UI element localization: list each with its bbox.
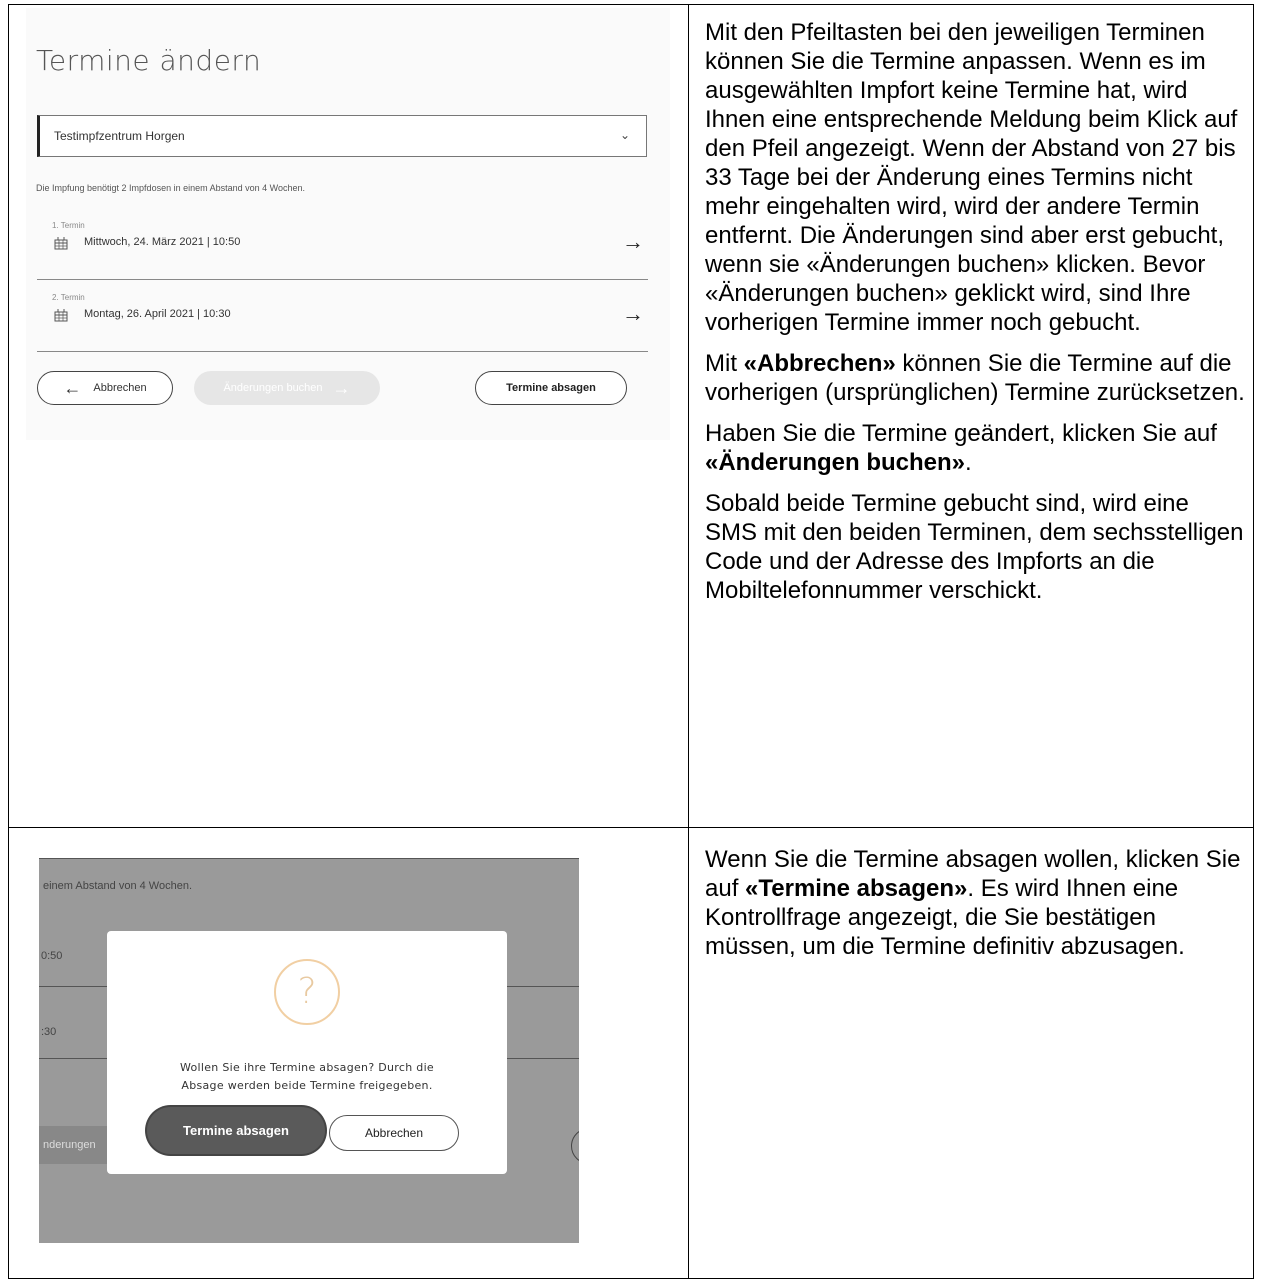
- chevron-down-icon: ⌄: [619, 128, 630, 142]
- book-changes-button[interactable]: Änderungen buchen →: [194, 371, 380, 405]
- table-border-bottom: [8, 1278, 1254, 1279]
- calendar-icon: [54, 237, 68, 250]
- location-select-value: Testimpfzentrum Horgen: [54, 129, 185, 143]
- page-title: Termine ändern: [36, 44, 262, 77]
- appointment-label: 1. Termin: [52, 221, 85, 230]
- background-info-text: einem Abstand von 4 Wochen.: [43, 880, 193, 892]
- table-row-divider: [8, 827, 1254, 828]
- appointment-row: 2. Termin Montag, 26. April 2021 | 10:30…: [37, 293, 648, 352]
- background-button-edge: [571, 1128, 579, 1164]
- instruction-text-block: Wenn Sie die Termine absagen wollen, kli…: [705, 845, 1245, 961]
- instruction-text-block: Mit den Pfeiltasten bei den jeweiligen T…: [705, 18, 1245, 605]
- paragraph-absagen: Wenn Sie die Termine absagen wollen, kli…: [705, 845, 1245, 961]
- cancel-appointments-button[interactable]: Termine absagen: [475, 371, 627, 405]
- cancel-appointments-label: Termine absagen: [506, 382, 596, 394]
- text-fragment: Mit: [705, 350, 744, 377]
- location-select[interactable]: Testimpfzentrum Horgen ⌄: [37, 115, 647, 157]
- table-border-right: [1253, 4, 1254, 1279]
- bold-term: «Abbrechen»: [743, 350, 896, 377]
- paragraph-arrows-text: Mit den Pfeiltasten bei den jeweiligen T…: [705, 19, 1238, 336]
- dialog-message-line: Wollen Sie ihre Termine absagen? Durch d…: [179, 1061, 435, 1074]
- background-time-1: 0:50: [41, 950, 63, 962]
- paragraph-sms-text: Sobald beide Termine gebucht sind, wird …: [705, 490, 1244, 604]
- confirm-dialog: ? Wollen Sie ihre Termine absagen? Durch…: [107, 931, 507, 1174]
- appointment-row: 1. Termin Mittwoch, 24. März 2021 | 10:5…: [37, 221, 648, 280]
- question-icon: ?: [274, 959, 340, 1025]
- text-fragment: Haben Sie die Termine geändert, klicken …: [705, 420, 1217, 447]
- background-time-2: :30: [41, 1026, 57, 1038]
- dialog-message: Wollen Sie ihre Termine absagen? Durch d…: [127, 1059, 487, 1095]
- bold-term: «Termine absagen»: [745, 875, 968, 902]
- arrow-left-icon: ←: [63, 377, 82, 398]
- dose-info-text: Die Impfung benötigt 2 Impfdosen in eine…: [36, 183, 306, 193]
- cancel-button[interactable]: ← Abbrechen: [37, 371, 173, 405]
- cancel-button-label: Abbrechen: [93, 382, 147, 394]
- paragraph-arrows: Mit den Pfeiltasten bei den jeweiligen T…: [705, 18, 1245, 337]
- book-changes-label: Änderungen buchen: [223, 382, 323, 394]
- calendar-icon: [54, 309, 68, 322]
- appointment-label: 2. Termin: [52, 293, 85, 302]
- dialog-message-line: Absage werden beide Termine freigegeben.: [181, 1079, 433, 1092]
- arrow-right-icon[interactable]: →: [622, 231, 644, 253]
- appointment-date: Montag, 26. April 2021 | 10:30: [84, 308, 231, 320]
- arrow-right-icon[interactable]: →: [622, 303, 644, 325]
- table-column-divider: [688, 4, 689, 1279]
- paragraph-sms: Sobald beide Termine gebucht sind, wird …: [705, 489, 1245, 605]
- table-border-left: [8, 4, 9, 1279]
- table-border-top: [8, 4, 1254, 5]
- screenshot-cancel-dialog: einem Abstand von 4 Wochen. 0:50 :30 nde…: [39, 858, 579, 1243]
- paragraph-abbrechen: Mit «Abbrechen» können Sie die Termine a…: [705, 349, 1245, 407]
- screenshot-change-appointments: Termine ändern Testimpfzentrum Horgen ⌄ …: [26, 8, 670, 440]
- appointment-date: Mittwoch, 24. März 2021 | 10:50: [84, 236, 241, 248]
- confirm-cancel-appointments-button[interactable]: Termine absagen: [147, 1107, 325, 1154]
- divider: [39, 858, 579, 859]
- text-fragment: .: [965, 449, 972, 476]
- arrow-right-icon: →: [332, 377, 351, 398]
- abort-button[interactable]: Abbrechen: [329, 1115, 459, 1151]
- paragraph-book: Haben Sie die Termine geändert, klicken …: [705, 419, 1245, 477]
- bold-term: «Änderungen buchen»: [705, 449, 966, 476]
- background-book-button: nderungen: [39, 1126, 109, 1164]
